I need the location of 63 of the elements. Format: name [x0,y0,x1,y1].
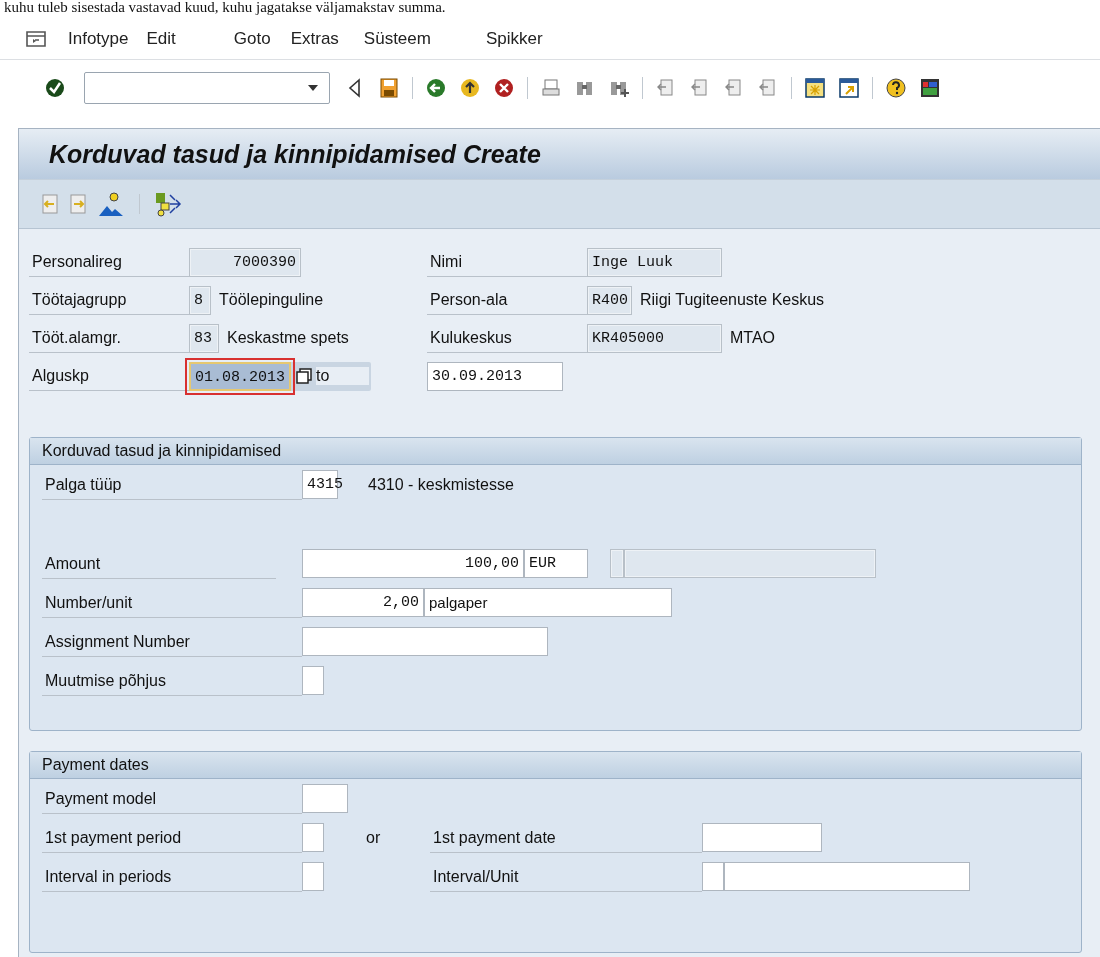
menu-item[interactable]: Spikker [485,28,543,49]
field-label: Assignment Number [42,626,302,657]
enter-icon[interactable] [44,77,66,99]
date-field[interactable]: 30.09.2013 [427,361,563,391]
field-description: MTAO [730,329,776,347]
field-label: Interval/Unit [430,861,702,892]
exit-icon[interactable] [459,77,481,99]
document-text: kuhu tuleb sisestada vastavad kuud, kuhu jagatakse väljamakstav summa. [3,0,447,17]
field-label: 1st payment date [430,822,702,853]
copy-icon[interactable] [295,367,313,385]
input-field[interactable] [302,862,324,891]
display-field: R400 [587,285,632,315]
input-field[interactable] [302,823,324,852]
print-icon[interactable] [540,77,562,99]
to-label: to [316,367,370,385]
save-icon[interactable] [378,77,400,99]
group-title: Payment dates [30,752,1081,779]
command-field[interactable] [84,72,330,104]
input-field[interactable] [724,862,970,891]
input-field[interactable]: 100,00 [302,549,524,578]
field-label: 1st payment period [42,822,302,853]
person-icon[interactable] [97,190,125,218]
menu-item[interactable]: Goto [233,28,271,49]
display-field: 7000390 [189,247,301,277]
field-label: Muutmise põhjus [42,665,302,696]
input-field[interactable] [302,627,548,656]
or-label: or [366,828,382,847]
menu-item[interactable]: Edit [146,28,176,49]
input-field[interactable] [302,666,324,695]
field-description: Keskastme spets [227,329,349,347]
menu-item[interactable]: Infotype [68,28,129,49]
field-label: Palga tüüp [42,469,302,500]
new-session-icon[interactable] [804,77,826,99]
field-label: Number/unit [42,587,302,618]
field-description: Riigi Tugiteenuste Keskus [640,291,825,309]
group-title: Korduvad tasud ja kinnipidamised [30,438,1081,465]
field-label: Amount [42,548,276,579]
input-field[interactable] [702,862,724,891]
dropdown-icon[interactable] [307,84,319,92]
menu-item[interactable]: Extras [290,28,339,49]
display-field: KR405000 [587,323,722,353]
overview-icon[interactable] [154,190,182,218]
help-icon[interactable] [885,77,907,99]
input-field[interactable]: 2,00 [302,588,424,617]
menu-icon[interactable] [26,30,46,47]
field-description: Töölepinguline [219,291,324,309]
back-icon[interactable] [425,77,447,99]
input-field[interactable]: EUR [524,549,588,578]
display-field: 83 [189,323,219,353]
layout-icon[interactable] [919,77,941,99]
field-label: Interval in periods [42,861,302,892]
input-field[interactable] [702,823,822,852]
display-field [610,549,624,578]
input-field[interactable] [302,784,348,813]
screen-title: Korduvad tasud ja kinnipidamised Create [49,139,541,169]
menu-item[interactable]: Süsteem [363,28,431,49]
field-description: 4310 - keskmistesse [368,475,514,494]
input-field[interactable]: palgaper [424,588,672,617]
display-field: Inge Luuk [587,247,722,277]
display-field: 8 [189,285,211,315]
cancel-icon[interactable] [493,77,515,99]
shortcut-icon[interactable] [838,77,860,99]
field-label: Payment model [42,783,302,814]
